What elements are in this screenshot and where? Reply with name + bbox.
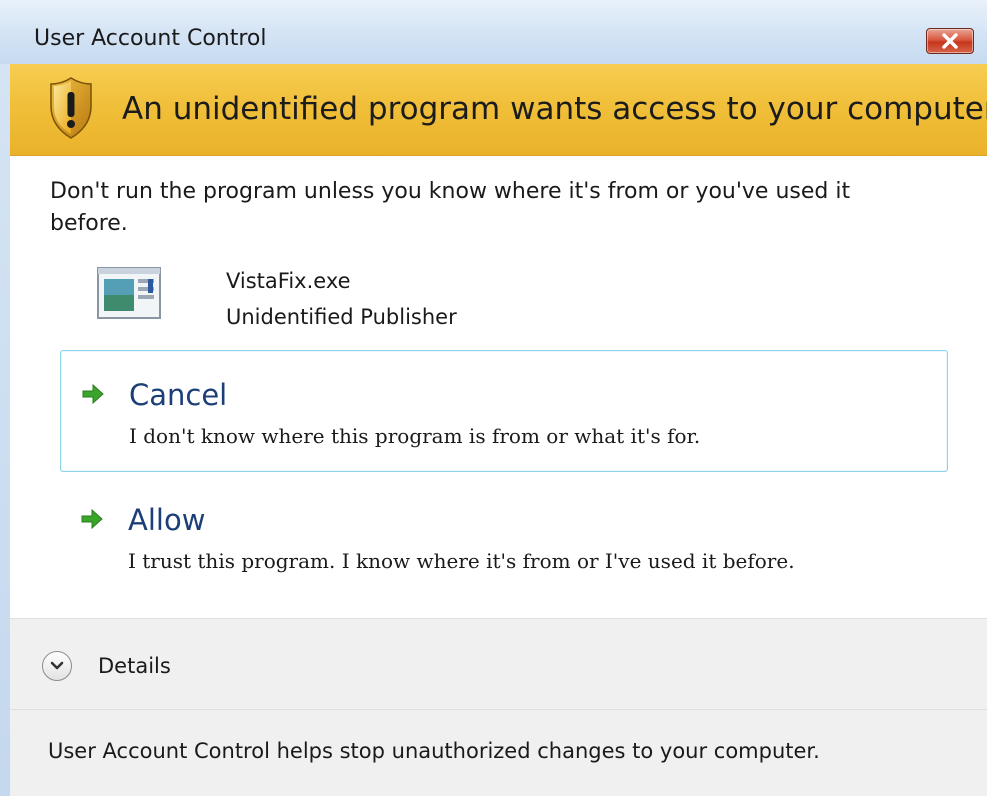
- program-publisher: Unidentified Publisher: [226, 305, 457, 329]
- green-arrow-icon: [82, 383, 104, 405]
- uac-dialog: User Account Control An unidentified pro…: [0, 0, 987, 796]
- cancel-title: Cancel: [129, 378, 228, 412]
- cancel-description: I don't know where this program is from …: [129, 424, 701, 448]
- allow-option[interactable]: Allow I trust this program. I know where…: [60, 476, 948, 598]
- chevron-down-icon: [50, 661, 64, 670]
- window-title: User Account Control: [34, 26, 267, 51]
- details-bar: Details: [10, 618, 987, 710]
- allow-description: I trust this program. I know where it's …: [128, 549, 795, 573]
- program-name: VistaFix.exe: [226, 269, 351, 293]
- banner-message: An unidentified program wants access to …: [122, 91, 987, 127]
- title-bar: User Account Control: [0, 0, 987, 64]
- details-label[interactable]: Details: [98, 651, 171, 681]
- allow-title: Allow: [128, 503, 206, 537]
- footer: User Account Control helps stop unauthor…: [10, 710, 987, 796]
- warning-shield-icon: [50, 77, 92, 139]
- close-button[interactable]: [926, 28, 974, 54]
- program-window-icon: [97, 267, 161, 319]
- warning-banner: An unidentified program wants access to …: [10, 64, 987, 156]
- green-arrow-icon: [81, 508, 103, 530]
- close-icon: [942, 33, 958, 49]
- dialog-content: Don't run the program unless you know wh…: [10, 156, 987, 618]
- cancel-option[interactable]: Cancel I don't know where this program i…: [60, 350, 948, 472]
- details-toggle-button[interactable]: [42, 651, 72, 681]
- footer-text: User Account Control helps stop unauthor…: [48, 739, 820, 763]
- warning-text: Don't run the program unless you know wh…: [50, 179, 851, 236]
